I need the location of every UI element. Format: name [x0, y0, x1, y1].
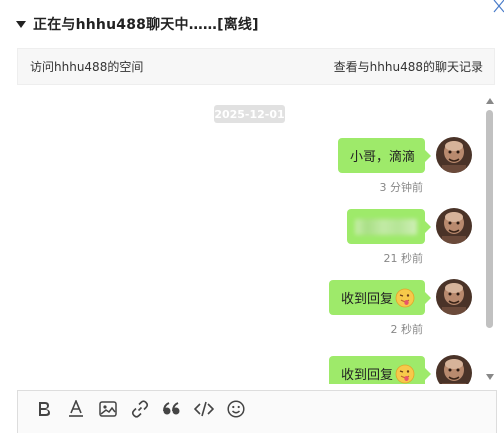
message-time: 21 秒前 [383, 252, 424, 265]
chat-messages[interactable]: 2025-12-01 小哥，滴滴 3 分钟前 21 秒前 收到回复 2 秒前 收… [17, 92, 483, 384]
close-icon[interactable] [492, 0, 504, 14]
message-bubble: 收到回复 [328, 356, 432, 384]
avatar[interactable] [436, 208, 472, 244]
message-bubble [347, 209, 431, 244]
avatar[interactable] [436, 279, 472, 315]
chat-subbar: 访问hhhu488的空间 查看与hhhu488的聊天记录 [17, 48, 495, 85]
visit-space-link[interactable]: 访问hhhu488的空间 [30, 58, 143, 75]
chat-title: 正在与hhhu488聊天中……[离线] [33, 17, 259, 33]
chat-header[interactable]: 正在与hhhu488聊天中……[离线] [0, 0, 504, 48]
message-time: 3 分钟前 [379, 181, 424, 194]
message-editor[interactable] [17, 390, 497, 433]
quote-icon[interactable] [156, 397, 188, 421]
blurred-text [355, 218, 417, 235]
message-row: 收到回复 2 秒前 [17, 279, 483, 341]
view-history-link[interactable]: 查看与hhhu488的聊天记录 [334, 58, 483, 75]
scroll-up-arrow-icon[interactable] [485, 96, 495, 106]
chat-scrollbar[interactable] [484, 96, 496, 384]
message-row: 收到回复 [17, 355, 483, 384]
bold-icon[interactable] [28, 397, 60, 421]
message-text: 收到回复 [340, 292, 393, 307]
message-bubble: 小哥，滴滴 [337, 138, 432, 173]
tongue-out-emoji-icon [395, 288, 415, 308]
editor-toolbar [18, 391, 496, 427]
emoji-icon[interactable] [220, 397, 252, 421]
message-row: 小哥，滴滴 3 分钟前 [17, 137, 483, 199]
scroll-thumb[interactable] [486, 110, 493, 328]
code-icon[interactable] [188, 397, 220, 421]
scroll-down-arrow-icon[interactable] [485, 372, 495, 382]
link-icon[interactable] [124, 397, 156, 421]
message-bubble: 收到回复 [328, 280, 432, 315]
date-badge: 2025-12-01 [214, 105, 285, 123]
message-row: 21 秒前 [17, 208, 483, 270]
collapse-caret-icon[interactable] [16, 21, 26, 28]
message-time: 2 秒前 [390, 323, 424, 336]
message-text: 收到回复 [340, 368, 393, 383]
message-text: 小哥，滴滴 [349, 150, 415, 165]
font-color-icon[interactable] [60, 397, 92, 421]
tongue-out-emoji-icon [395, 364, 415, 384]
avatar[interactable] [436, 137, 472, 173]
avatar[interactable] [436, 355, 472, 384]
image-icon[interactable] [92, 397, 124, 421]
